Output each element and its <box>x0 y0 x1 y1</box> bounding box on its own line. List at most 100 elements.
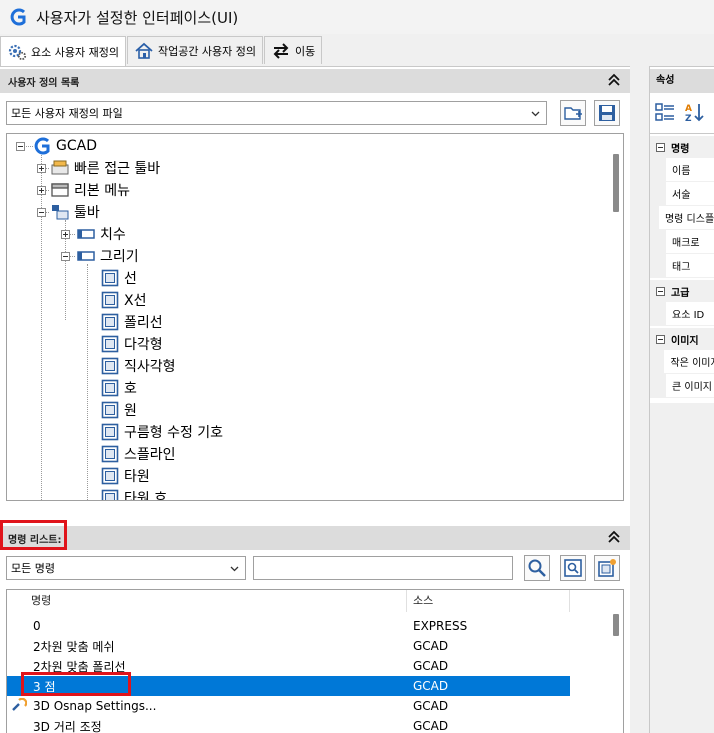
command-name-cell: 2차원 맞춤 메쉬 <box>33 639 115 654</box>
customize-tree[interactable]: GCAD 빠른 접근 툴바 리본 메뉴 툴바 치수 그리기 선 X선 폴리선 다… <box>6 133 624 501</box>
tree-item-command[interactable]: X선 <box>101 289 146 311</box>
property-row[interactable]: 이름 <box>650 157 714 182</box>
tree-item-label: 직사각형 <box>124 359 176 375</box>
command-search-input[interactable] <box>253 556 513 580</box>
save-disk-icon <box>599 105 615 121</box>
command-source-cell: GCAD <box>413 699 449 713</box>
command-source-cell: GCAD <box>413 659 449 673</box>
column-header-source[interactable]: 소스 <box>407 590 570 612</box>
tree-item-label: 그리기 <box>100 249 139 265</box>
command-list[interactable]: 명령 소스 0 EXPRESS 2차원 맞춤 메쉬 GCAD 2차원 맞춤 폴리… <box>6 589 624 733</box>
property-category[interactable]: 이미지 <box>650 328 714 350</box>
property-category[interactable]: 명령 <box>650 136 714 158</box>
tree-item-command[interactable]: 직사각형 <box>101 355 176 377</box>
tree-item-gcad[interactable]: GCAD <box>33 135 97 157</box>
tab-bar: 요소 사용자 재정의 작업공간 사용자 정의 이동 <box>0 36 323 66</box>
property-row[interactable]: 명령 디스플레이 이름 <box>650 205 714 230</box>
tab-label: 요소 사용자 재정의 <box>31 45 119 59</box>
home-icon <box>135 42 153 59</box>
command-list-header: 명령 리스트: <box>0 526 630 550</box>
command-button-icon <box>101 335 119 353</box>
tab-label: 작업공간 사용자 정의 <box>157 44 257 58</box>
command-button-icon <box>101 357 119 375</box>
new-command-button[interactable] <box>594 555 620 581</box>
sort-az-icon[interactable]: A Z <box>684 101 706 123</box>
property-row[interactable]: 큰 이미지 <box>650 373 714 398</box>
tree-item-command[interactable]: 선 <box>101 267 137 289</box>
column-header-name[interactable]: 명령 <box>7 590 407 612</box>
property-label: 작은 이미지 <box>670 358 714 369</box>
quick-access-toolbar-icon <box>51 160 69 175</box>
tree-item-command[interactable]: 폴리선 <box>101 311 163 333</box>
list-scrollbar-thumb[interactable] <box>613 614 619 636</box>
tree-collapse-toggle[interactable] <box>37 208 46 217</box>
command-filter-select[interactable]: 모든 명령 <box>6 556 246 580</box>
tree-item-command[interactable]: 타원 <box>101 465 150 487</box>
save-button[interactable] <box>594 100 620 126</box>
property-category-label: 이미지 <box>671 335 699 347</box>
search-button[interactable] <box>524 555 550 581</box>
chevron-down-icon <box>531 111 540 117</box>
toolbar-icon <box>52 205 69 220</box>
svg-text:Z: Z <box>685 114 692 123</box>
customize-panel: 사용자 정의 목록 모든 사용자 재정의 파일 GCAD 빠른 접근 툴바 리본… <box>0 66 630 733</box>
title-bar: 사용자가 설정한 인터페이스(UI) <box>0 0 714 34</box>
property-row[interactable]: 태그 <box>650 253 714 278</box>
tree-item-draw[interactable]: 그리기 <box>77 245 139 267</box>
property-row[interactable]: 매크로 <box>650 229 714 254</box>
table-row[interactable]: 3D Osnap Settings... GCAD <box>7 696 570 716</box>
tree-scrollbar-thumb[interactable] <box>613 154 619 212</box>
tree-item-label: 폴리선 <box>124 315 163 331</box>
categorized-view-icon[interactable] <box>654 101 676 123</box>
property-row[interactable]: 작은 이미지 <box>650 349 714 374</box>
property-category[interactable]: 고급 <box>650 280 714 302</box>
section-title: 사용자 정의 목록 <box>8 77 80 89</box>
property-row[interactable]: 서술 <box>650 181 714 206</box>
command-button-icon <box>101 313 119 331</box>
property-row[interactable]: 요소 ID <box>650 301 714 326</box>
file-select[interactable]: 모든 사용자 재정의 파일 <box>6 101 547 125</box>
gcad-logo-icon <box>34 137 50 155</box>
collapse-toggle-icon[interactable] <box>656 142 665 152</box>
collapse-toggle-icon[interactable] <box>656 286 665 296</box>
find-command-button[interactable] <box>560 555 586 581</box>
customize-list-header: 사용자 정의 목록 <box>0 69 630 93</box>
tree-item-command[interactable]: 호 <box>101 377 137 399</box>
tree-item-dimension[interactable]: 치수 <box>77 223 126 245</box>
property-category-label: 고급 <box>671 287 690 299</box>
tree-expand-toggle[interactable] <box>61 230 70 239</box>
property-category-label: 명령 <box>671 143 690 155</box>
open-file-button[interactable] <box>560 100 586 126</box>
tab-customize-workspace[interactable]: 작업공간 사용자 정의 <box>126 36 264 64</box>
tab-migrate[interactable]: 이동 <box>264 36 323 64</box>
tree-item-quick-access-toolbar[interactable]: 빠른 접근 툴바 <box>51 157 160 179</box>
find-in-window-icon <box>564 559 582 577</box>
tree-item-toolbars[interactable]: 툴바 <box>51 201 100 223</box>
tree-expand-toggle[interactable] <box>37 164 46 173</box>
collapse-up-icon[interactable] <box>606 529 622 545</box>
table-row[interactable]: 0 EXPRESS <box>7 616 570 636</box>
properties-grid[interactable]: 명령 이름 서술 명령 디스플레이 이름 매크로 태그 고급 요소 ID 이미지… <box>650 133 714 403</box>
table-row[interactable]: 2차원 맞춤 메쉬 GCAD <box>7 636 570 656</box>
tree-item-label: X선 <box>124 293 147 309</box>
tree-item-ribbon[interactable]: 리본 메뉴 <box>51 179 130 201</box>
tree-item-command[interactable]: 스플라인 <box>101 443 176 465</box>
collapse-up-icon[interactable] <box>606 72 622 88</box>
tree-item-command[interactable]: 다각형 <box>101 333 163 355</box>
command-filter-value: 모든 명령 <box>11 562 55 575</box>
tab-customize-elements[interactable]: 요소 사용자 재정의 <box>0 36 126 66</box>
tree-expand-toggle[interactable] <box>37 186 46 195</box>
property-label: 큰 이미지 <box>672 382 712 393</box>
tree-item-command[interactable]: 원 <box>101 399 137 421</box>
tree-collapse-toggle[interactable] <box>61 252 70 261</box>
svg-text:A: A <box>685 104 692 114</box>
command-button-icon <box>101 269 119 287</box>
collapse-toggle-icon[interactable] <box>656 334 665 344</box>
properties-panel: 속성 A Z 명령 이름 서술 명령 디스플레이 이름 매크로 태그 <box>649 66 714 733</box>
tree-item-command[interactable]: 타원 호 <box>101 487 167 500</box>
properties-header: 속성 <box>650 69 714 93</box>
table-row[interactable]: 3D 거리 조정 GCAD <box>7 716 570 733</box>
tree-item-command[interactable]: 구름형 수정 기호 <box>101 421 223 443</box>
command-name-cell: 3D Osnap Settings... <box>33 699 157 713</box>
tree-collapse-toggle[interactable] <box>16 142 25 151</box>
